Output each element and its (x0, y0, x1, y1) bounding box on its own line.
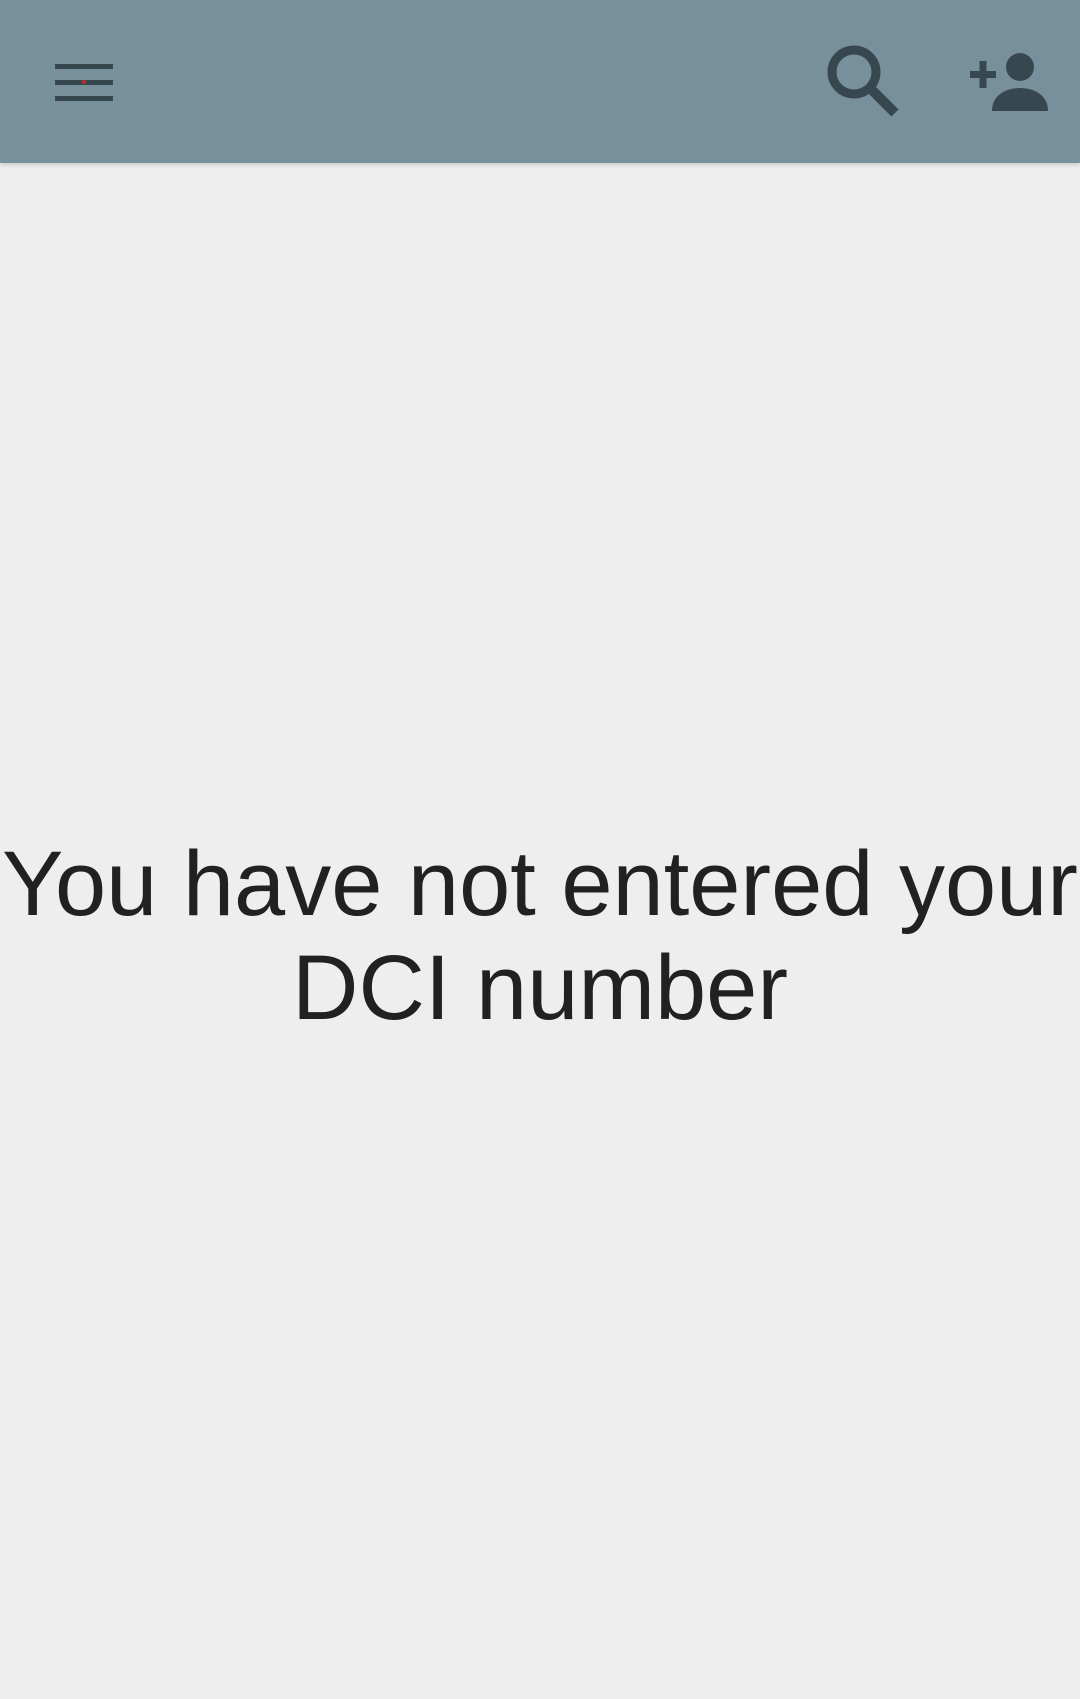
search-icon (827, 45, 899, 117)
empty-state-message-line-2: DCI number (292, 937, 788, 1039)
search-button[interactable] (815, 36, 911, 126)
add-user-button[interactable] (960, 38, 1058, 124)
menu-button[interactable] (40, 38, 128, 126)
empty-state-message-line-1: You have not entered your (2, 833, 1078, 935)
app-bar (0, 0, 1080, 163)
empty-state-message: You have not entered your DCI number (0, 832, 1080, 1040)
hamburger-menu-icon (55, 64, 113, 101)
person-add-icon (970, 53, 1048, 111)
